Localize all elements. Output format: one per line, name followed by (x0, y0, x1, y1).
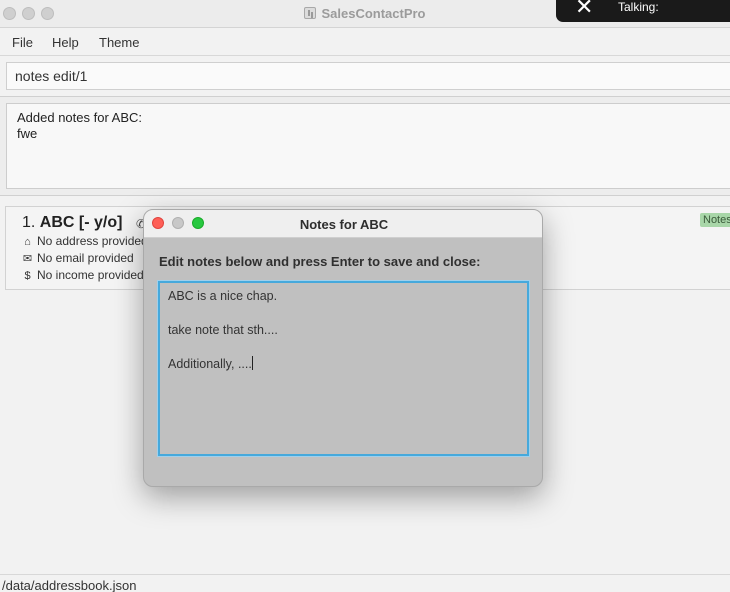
menu-theme[interactable]: Theme (99, 35, 139, 50)
menu-help[interactable]: Help (52, 35, 79, 50)
contact-index: 1. (22, 214, 36, 231)
notes-line: take note that sth.... (168, 323, 278, 337)
dollar-icon: $ (24, 270, 31, 282)
contact-name-text: ABC [- y/o] (39, 214, 123, 231)
notes-line (168, 339, 519, 356)
home-icon: ⌂ (24, 236, 31, 248)
result-line: Added notes for ABC: (17, 110, 143, 125)
text-caret (251, 356, 253, 370)
menu-bar: File Help Theme (0, 28, 730, 56)
menu-file[interactable]: File (12, 35, 33, 50)
close-icon[interactable]: ✕ (575, 0, 593, 18)
dialog-titlebar: Notes for ABC (144, 210, 542, 238)
result-display: Added notes for ABC: fwe (0, 96, 730, 196)
contact-name: 1. ABC [- y/o] (22, 214, 122, 232)
notification-banner[interactable]: ✕ Talking: (556, 0, 730, 22)
result-line: fwe (17, 126, 38, 141)
notes-tag: Notes (700, 213, 730, 227)
notification-text: Talking: (618, 0, 659, 14)
contact-income: $ No income provided (22, 268, 143, 282)
status-bar: /data/addressbook.json (0, 574, 730, 592)
save-location: /data/addressbook.json (2, 578, 137, 592)
result-text-area[interactable]: Added notes for ABC: fwe (6, 103, 730, 189)
contact-email: ✉ No email provided (22, 251, 134, 265)
command-input[interactable] (6, 62, 730, 90)
notes-line: ABC is a nice chap. (168, 289, 278, 303)
notes-text-area[interactable]: ABC is a nice chap. take note that sth..… (158, 281, 529, 456)
dialog-prompt: Edit notes below and press Enter to save… (159, 254, 481, 269)
notes-dialog: Notes for ABC Edit notes below and press… (143, 209, 543, 487)
command-box (0, 57, 730, 95)
notes-line-last: Additionally, .... (168, 356, 253, 371)
email-icon: ✉ (22, 253, 33, 265)
contact-address: ⌂ No address provided (22, 234, 148, 248)
notes-line (168, 305, 519, 322)
app-icon (304, 7, 317, 19)
dialog-title: Notes for ABC (299, 217, 389, 232)
